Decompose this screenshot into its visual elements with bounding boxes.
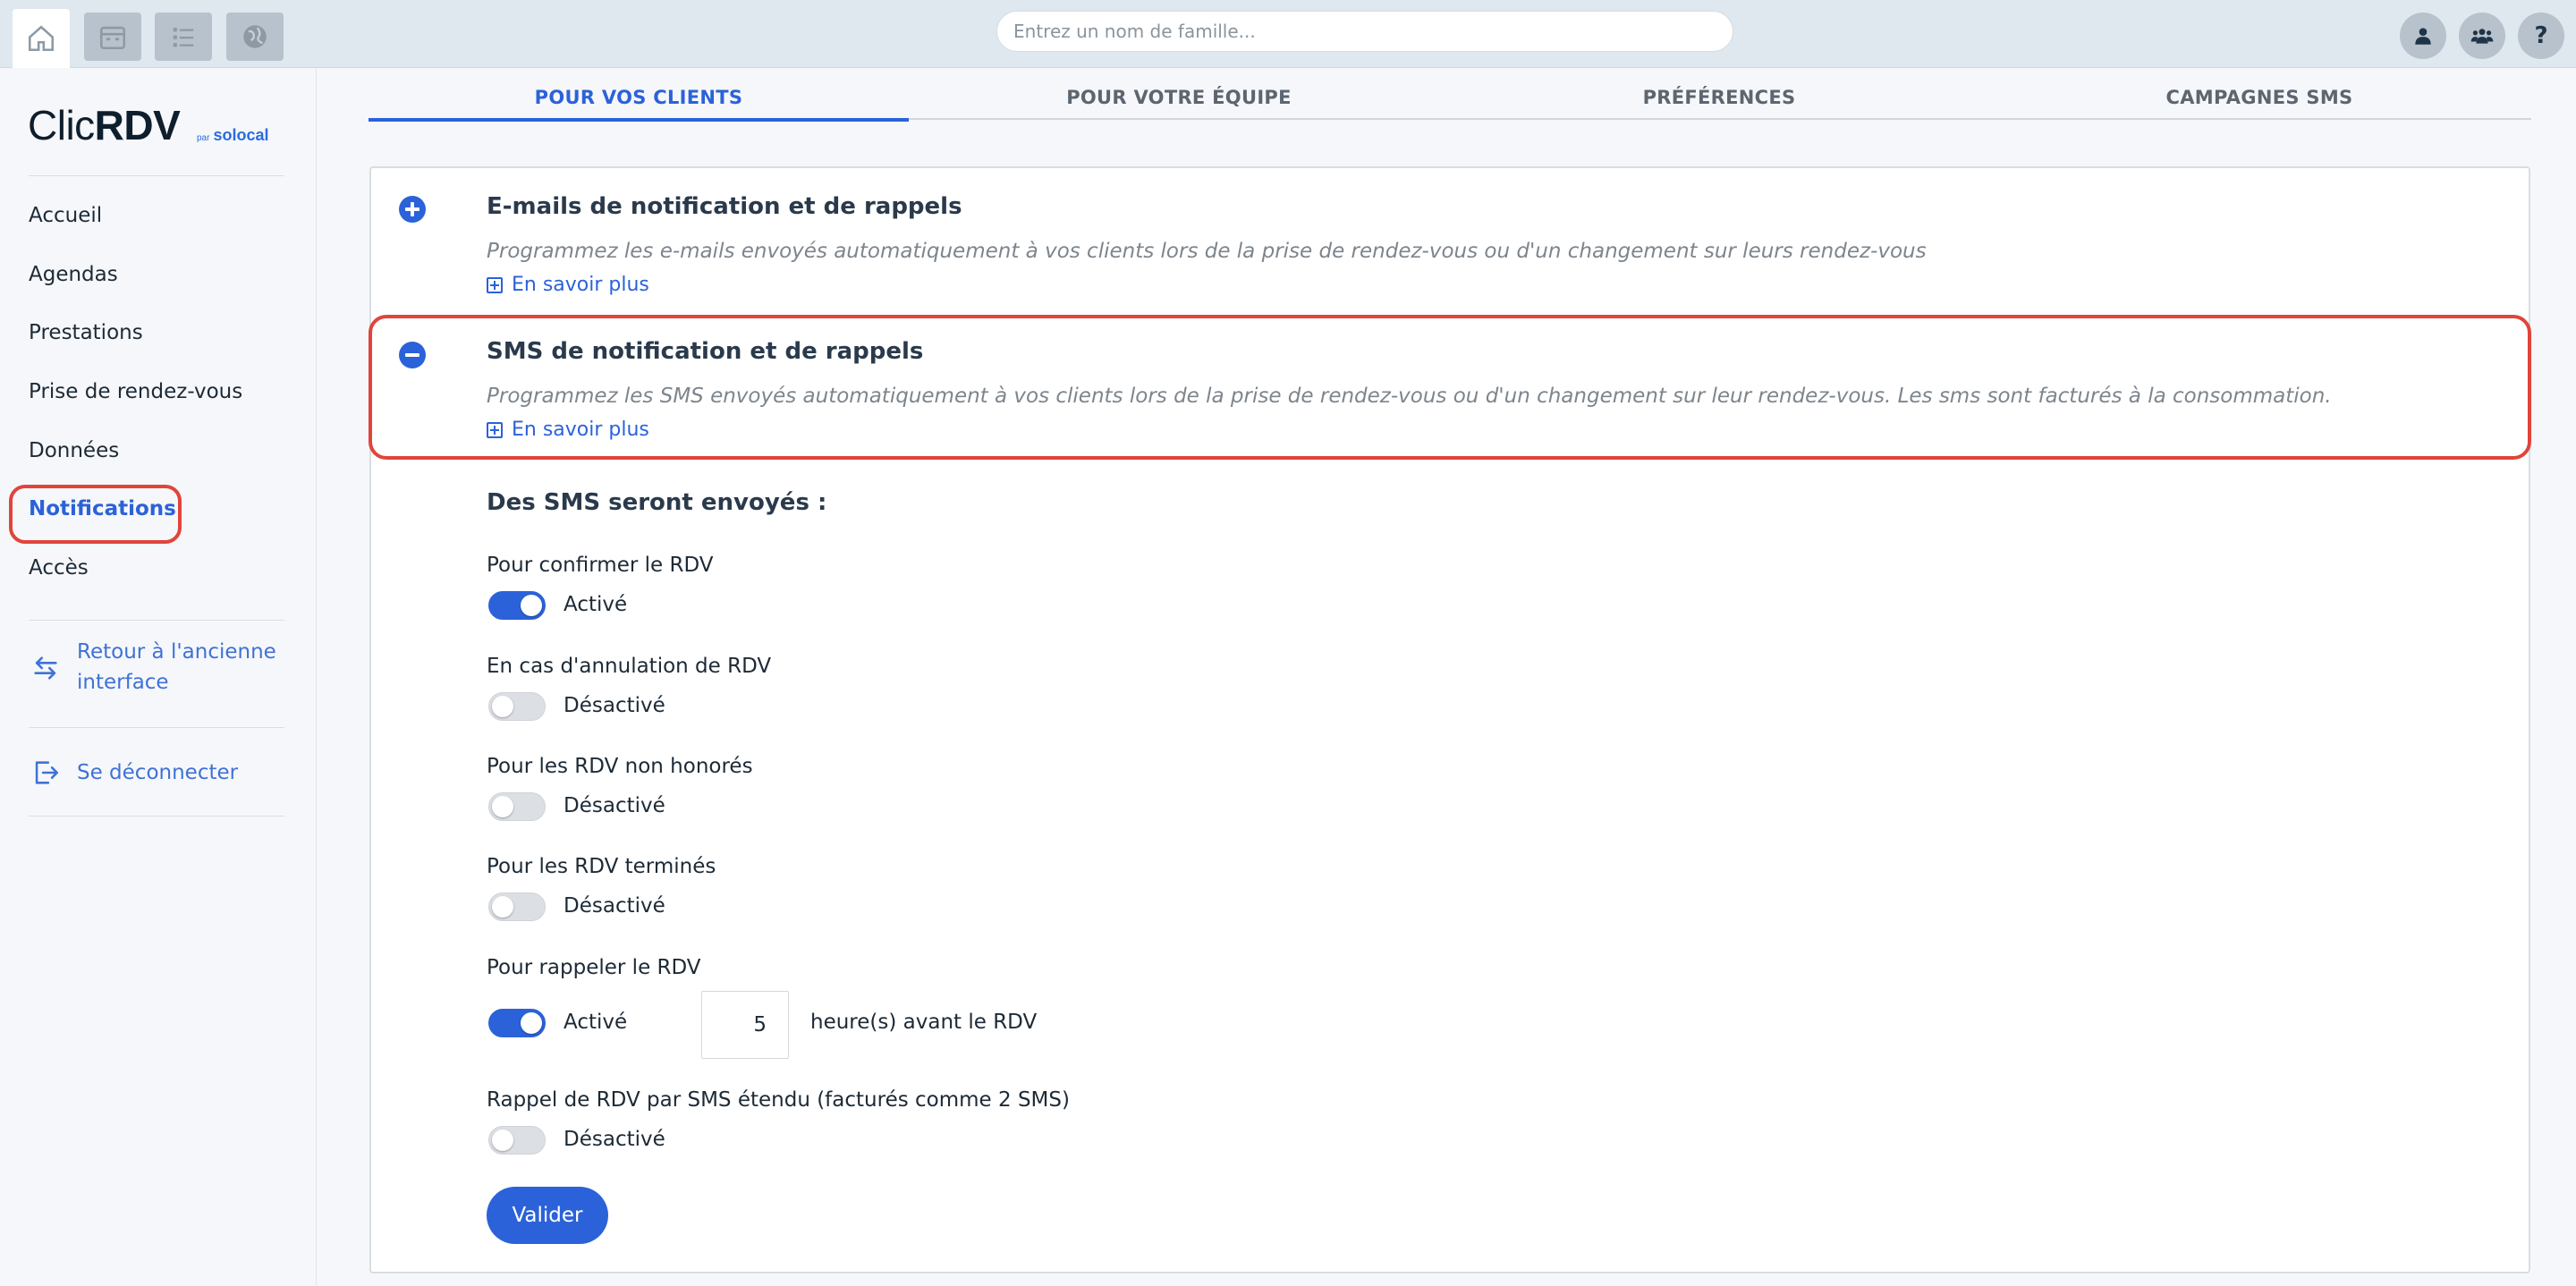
confirm-rdv-toggle[interactable] — [488, 591, 546, 620]
sms-section-description: Programmez les SMS envoyés automatiqueme… — [487, 385, 2332, 408]
reminder-hours-input[interactable] — [701, 991, 789, 1059]
calendar-button[interactable] — [84, 13, 141, 61]
email-learn-more-link[interactable]: En savoir plus — [487, 274, 649, 296]
plus-box-icon — [487, 421, 503, 438]
toggle-state: Activé — [564, 1011, 628, 1034]
validate-button[interactable]: Valider — [487, 1187, 608, 1244]
sms-section-title[interactable]: SMS de notification et de rappels — [487, 338, 923, 365]
toggle-state: Désactivé — [564, 1128, 665, 1151]
plus-box-icon — [487, 276, 503, 293]
option-label: Rappel de RDV par SMS étendu (facturés c… — [487, 1088, 1070, 1112]
sidebar-item-prestations[interactable]: Prestations — [29, 321, 143, 344]
team-button[interactable] — [2459, 13, 2505, 59]
tab-campagnes-sms[interactable]: CAMPAGNES SMS — [1989, 82, 2529, 120]
tab-bar: POUR VOS CLIENTS POUR VOTRE ÉQUIPE PRÉFÉ… — [369, 82, 2531, 122]
home-button[interactable] — [13, 9, 70, 68]
option-label: En cas d'annulation de RDV — [487, 655, 772, 678]
active-item-highlight — [9, 485, 182, 544]
toggle-state: Désactivé — [564, 794, 665, 817]
divider — [29, 620, 284, 621]
option-label: Pour rappeler le RDV — [487, 956, 701, 979]
expand-icon[interactable] — [399, 196, 426, 223]
logout-icon — [35, 761, 59, 784]
reminder-hours-label: heure(s) avant le RDV — [810, 1011, 1038, 1034]
top-bar: ? — [0, 0, 2576, 68]
collapse-icon[interactable] — [399, 342, 426, 368]
toggle-state: Activé — [564, 593, 628, 616]
home-icon — [28, 25, 55, 52]
extended-reminder-toggle[interactable] — [488, 1126, 546, 1155]
swap-arrows-icon — [34, 656, 57, 680]
option-label: Pour confirmer le RDV — [487, 554, 714, 577]
help-icon: ? — [2534, 22, 2548, 49]
logo: ClicRDV — [28, 102, 181, 148]
sidebar-item-prise-de-rendez-vous[interactable]: Prise de rendez-vous — [29, 380, 242, 403]
calendar-icon — [99, 26, 126, 50]
divider — [29, 727, 284, 728]
sidebar-item-agendas[interactable]: Agendas — [29, 263, 118, 286]
user-icon — [2415, 28, 2431, 45]
help-button[interactable]: ? — [2518, 13, 2564, 59]
tab-pour-vos-clients[interactable]: POUR VOS CLIENTS — [369, 82, 909, 122]
sidebar-item-accueil[interactable]: Accueil — [29, 204, 102, 227]
option-label: Pour les RDV non honorés — [487, 755, 753, 778]
tab-pour-votre-equipe[interactable]: POUR VOTRE ÉQUIPE — [909, 82, 1449, 120]
cancellation-toggle[interactable] — [488, 692, 546, 721]
list-icon — [173, 28, 194, 47]
divider — [29, 175, 284, 176]
email-section-description: Programmez les e-mails envoyés automatiq… — [487, 240, 1927, 263]
sidebar-item-acces[interactable]: Accès — [29, 556, 89, 580]
globe-icon — [243, 25, 267, 48]
option-label: Pour les RDV terminés — [487, 855, 716, 878]
user-button[interactable] — [2400, 13, 2446, 59]
sidebar-item-donnees[interactable]: Données — [29, 439, 119, 462]
search-input[interactable] — [996, 11, 1733, 52]
list-button[interactable] — [155, 13, 212, 61]
logout-link[interactable]: Se déconnecter — [77, 757, 238, 788]
reminder-toggle[interactable] — [488, 1009, 546, 1037]
sms-learn-more-link[interactable]: En savoir plus — [487, 419, 649, 441]
sidebar: ClicRDV par solocal Accueil Agendas Prest… — [0, 69, 317, 1286]
tab-preferences[interactable]: PRÉFÉRENCES — [1449, 82, 1989, 120]
no-show-toggle[interactable] — [488, 792, 546, 821]
sms-settings-heading: Des SMS seront envoyés : — [487, 489, 827, 516]
globe-button[interactable] — [226, 13, 284, 61]
logo-brand: par solocal — [197, 126, 269, 144]
toggle-state: Désactivé — [564, 894, 665, 918]
team-icon — [2470, 29, 2494, 44]
completed-toggle[interactable] — [488, 893, 546, 921]
email-section-title[interactable]: E-mails de notification et de rappels — [487, 193, 962, 220]
back-to-old-interface-link[interactable]: Retour à l'ancienne interface — [77, 637, 276, 698]
toggle-state: Désactivé — [564, 694, 665, 717]
